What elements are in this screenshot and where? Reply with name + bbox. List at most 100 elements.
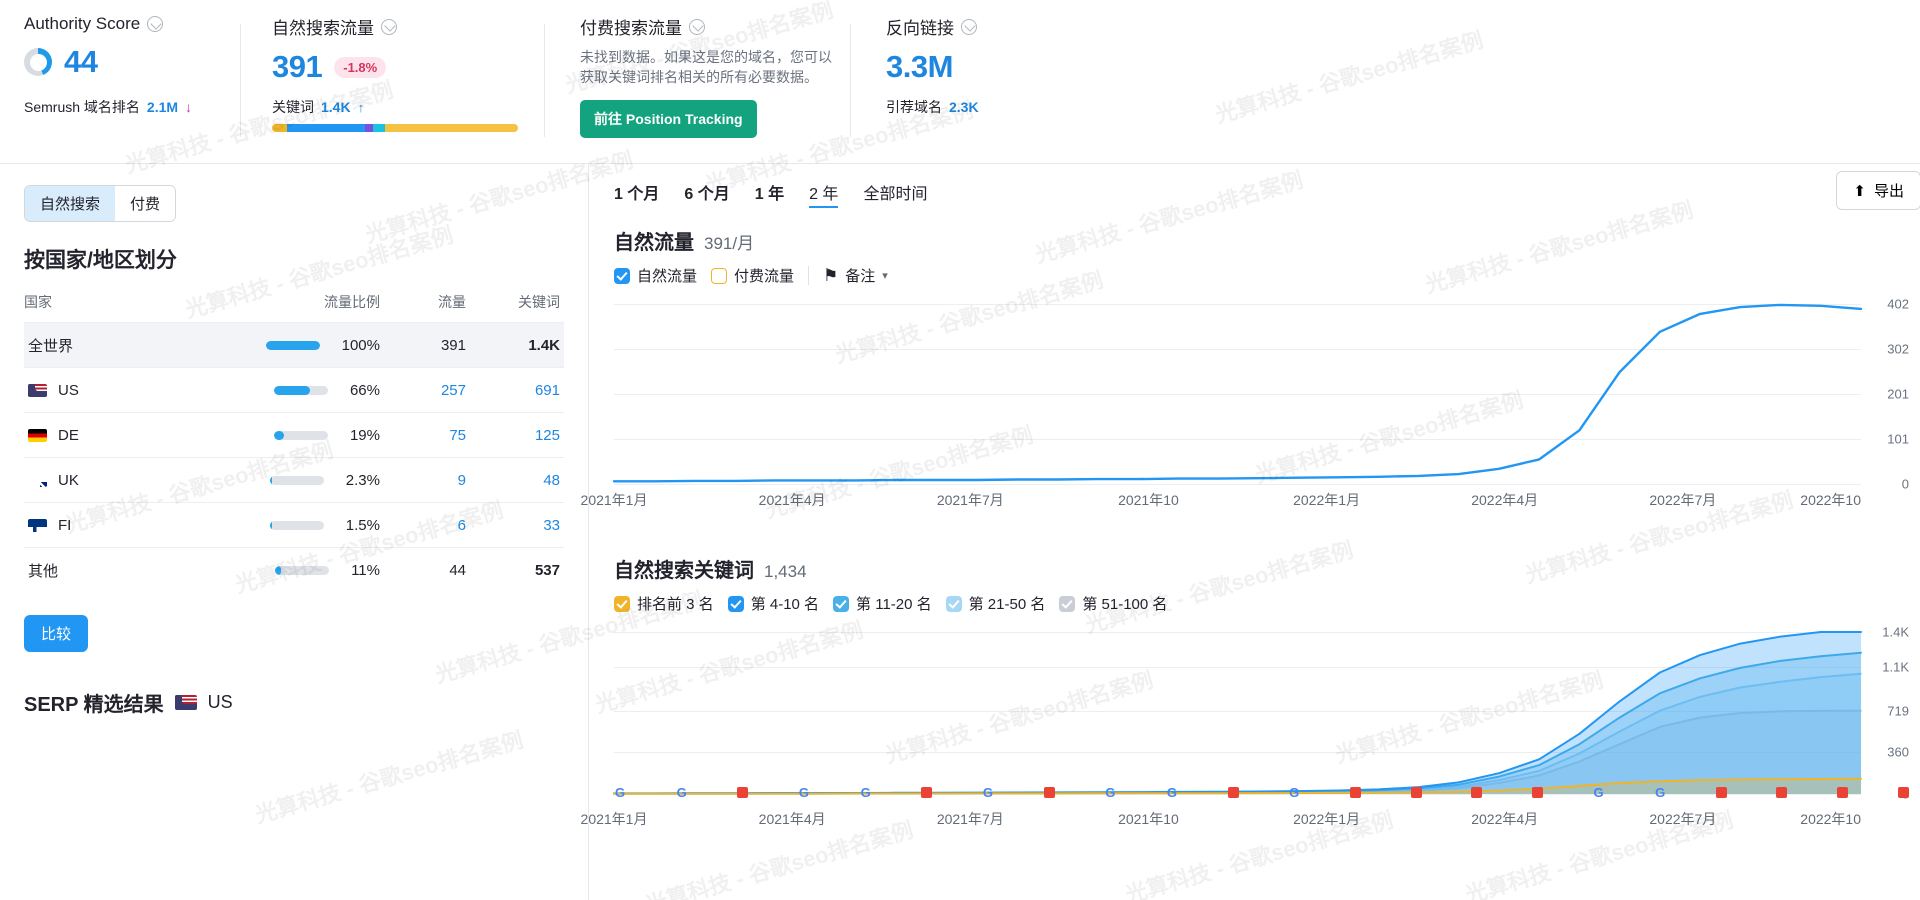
organic-traffic-value: 391 [272, 49, 322, 85]
organic-traffic-legend: 自然流量付费流量⚑备注▾ [614, 265, 888, 286]
country-name: 全世界 [28, 335, 73, 356]
by-country-title: 按国家/地区划分 [24, 244, 588, 274]
cell-traffic[interactable]: 75 [380, 413, 466, 458]
legend-item-1[interactable]: 付费流量 [711, 265, 794, 286]
tab-organic-search[interactable]: 自然搜索 [25, 186, 115, 221]
info-icon[interactable] [147, 16, 163, 32]
notes-toggle[interactable]: ⚑备注▾ [823, 265, 888, 286]
y-tick-label: 302 [1887, 341, 1909, 356]
cell-keywords[interactable]: 33 [466, 503, 564, 548]
semrush-rank-row: Semrush 域名排名 2.1M ↓ [24, 97, 192, 117]
organic-traffic-section-title: 自然流量 391/月 [614, 226, 754, 255]
organic-keywords-chart-title: 自然搜索关键词 [614, 554, 754, 583]
legend-item-1[interactable]: 第 4-10 名 [728, 593, 819, 614]
cell-keywords[interactable]: 48 [466, 458, 564, 503]
table-row[interactable]: UK2.3%948 [24, 458, 564, 503]
table-row[interactable]: FI1.5%633 [24, 503, 564, 548]
algorithm-update-marker[interactable] [1898, 787, 1909, 798]
keywords-row: 关键词 1.4K ↑ [272, 97, 364, 117]
tab-paid[interactable]: 付费 [115, 186, 175, 221]
google-update-marker[interactable]: G [1288, 786, 1300, 798]
legend-item-0[interactable]: 自然流量 [614, 265, 697, 286]
algorithm-update-marker[interactable] [737, 787, 748, 798]
legend-label: 第 51-100 名 [1082, 593, 1167, 614]
line-自然流量 [614, 305, 1861, 481]
note-flag-icon: ⚑ [823, 266, 838, 286]
algorithm-update-marker[interactable] [1776, 787, 1787, 798]
google-update-marker[interactable]: G [676, 786, 688, 798]
algorithm-update-marker[interactable] [1350, 787, 1361, 798]
algorithm-update-marker[interactable] [1716, 787, 1727, 798]
y-tick-label: 1.4K [1882, 625, 1909, 640]
serp-features-title: SERP 精选结果 [24, 688, 164, 717]
checkbox-checked-icon[interactable] [833, 596, 849, 612]
cell-keywords[interactable]: 691 [466, 368, 564, 413]
cell-traffic[interactable]: 257 [380, 368, 466, 413]
cell-traffic-share: 100% [266, 323, 380, 368]
algorithm-update-marker[interactable] [1532, 787, 1543, 798]
algorithm-update-marker[interactable] [1228, 787, 1239, 798]
legend-label: 付费流量 [734, 265, 794, 286]
google-update-marker[interactable]: G [982, 786, 994, 798]
date-range-1[interactable]: 6 个月 [684, 180, 729, 208]
algorithm-update-marker[interactable] [1837, 787, 1848, 798]
cell-country: 其他 [24, 548, 266, 593]
google-update-marker[interactable]: G [860, 786, 872, 798]
checkbox-checked-icon[interactable] [614, 596, 630, 612]
compare-button[interactable]: 比较 [24, 615, 88, 652]
authority-score-value: 44 [64, 44, 97, 80]
checkbox-checked-icon[interactable] [614, 268, 630, 284]
table-row[interactable]: 全世界100%3911.4K [24, 323, 564, 368]
keywords-value[interactable]: 1.4K [321, 99, 351, 115]
authority-donut-icon [24, 48, 52, 76]
checkbox-checked-icon[interactable] [728, 596, 744, 612]
cell-traffic-share: 1.5% [266, 503, 380, 548]
table-row[interactable]: US66%257691 [24, 368, 564, 413]
google-update-marker[interactable]: G [1593, 786, 1605, 798]
cell-keywords[interactable]: 125 [466, 413, 564, 458]
google-update-marker[interactable]: G [1166, 786, 1178, 798]
checkbox-checked-icon[interactable] [946, 596, 962, 612]
traffic-share-value: 11% [351, 562, 380, 579]
legend-item-3[interactable]: 第 21-50 名 [946, 593, 1046, 614]
cell-country: US [24, 368, 266, 413]
algorithm-update-marker[interactable] [1044, 787, 1055, 798]
legend-item-0[interactable]: 排名前 3 名 [614, 593, 714, 614]
export-button[interactable]: ⬆ 导出 [1836, 171, 1920, 210]
date-range-selector: 1 个月 6 个月 1 年 2 年全部时间 [614, 180, 927, 208]
google-update-marker[interactable]: G [1654, 786, 1666, 798]
info-icon[interactable] [689, 19, 705, 35]
kpi-authority-score: Authority Score 44 Semrush 域名排名 2.1M ↓ [0, 0, 240, 163]
semrush-rank-value[interactable]: 2.1M [147, 99, 178, 115]
legend-item-4[interactable]: 第 51-100 名 [1059, 593, 1167, 614]
chart-series-svg [614, 632, 1861, 794]
cell-traffic[interactable]: 6 [380, 503, 466, 548]
table-row[interactable]: 其他11%44537 [24, 548, 564, 593]
referring-domains-value[interactable]: 2.3K [949, 99, 979, 115]
cell-country: UK [24, 458, 266, 503]
info-icon[interactable] [961, 19, 977, 35]
cell-traffic[interactable]: 9 [380, 458, 466, 503]
checkbox-unchecked-icon[interactable] [711, 268, 727, 284]
notes-label: 备注 [845, 265, 875, 286]
gridline [614, 484, 1861, 485]
organic-keywords-chart: 03607191.1K1.4K [614, 632, 1909, 794]
date-range-4[interactable]: 全部时间 [863, 180, 927, 208]
algorithm-update-marker[interactable] [921, 787, 932, 798]
x-tick-label: 2021年1月 [581, 809, 648, 829]
algorithm-update-marker[interactable] [1471, 787, 1482, 798]
table-row[interactable]: DE19%75125 [24, 413, 564, 458]
position-tracking-button[interactable]: 前往 Position Tracking [580, 100, 757, 138]
algorithm-update-marker[interactable] [1411, 787, 1422, 798]
date-range-3[interactable]: 2 年 [809, 180, 838, 208]
legend-item-2[interactable]: 第 11-20 名 [833, 593, 932, 614]
date-range-0[interactable]: 1 个月 [614, 180, 659, 208]
date-range-2[interactable]: 1 年 [755, 180, 784, 208]
google-update-marker[interactable]: G [798, 786, 810, 798]
google-update-marker[interactable]: G [614, 786, 626, 798]
cell-keywords: 537 [466, 548, 564, 593]
checkbox-checked-icon[interactable] [1059, 596, 1075, 612]
kpi-title: 反向链接 [886, 14, 1150, 39]
google-update-marker[interactable]: G [1104, 786, 1116, 798]
info-icon[interactable] [381, 19, 397, 35]
